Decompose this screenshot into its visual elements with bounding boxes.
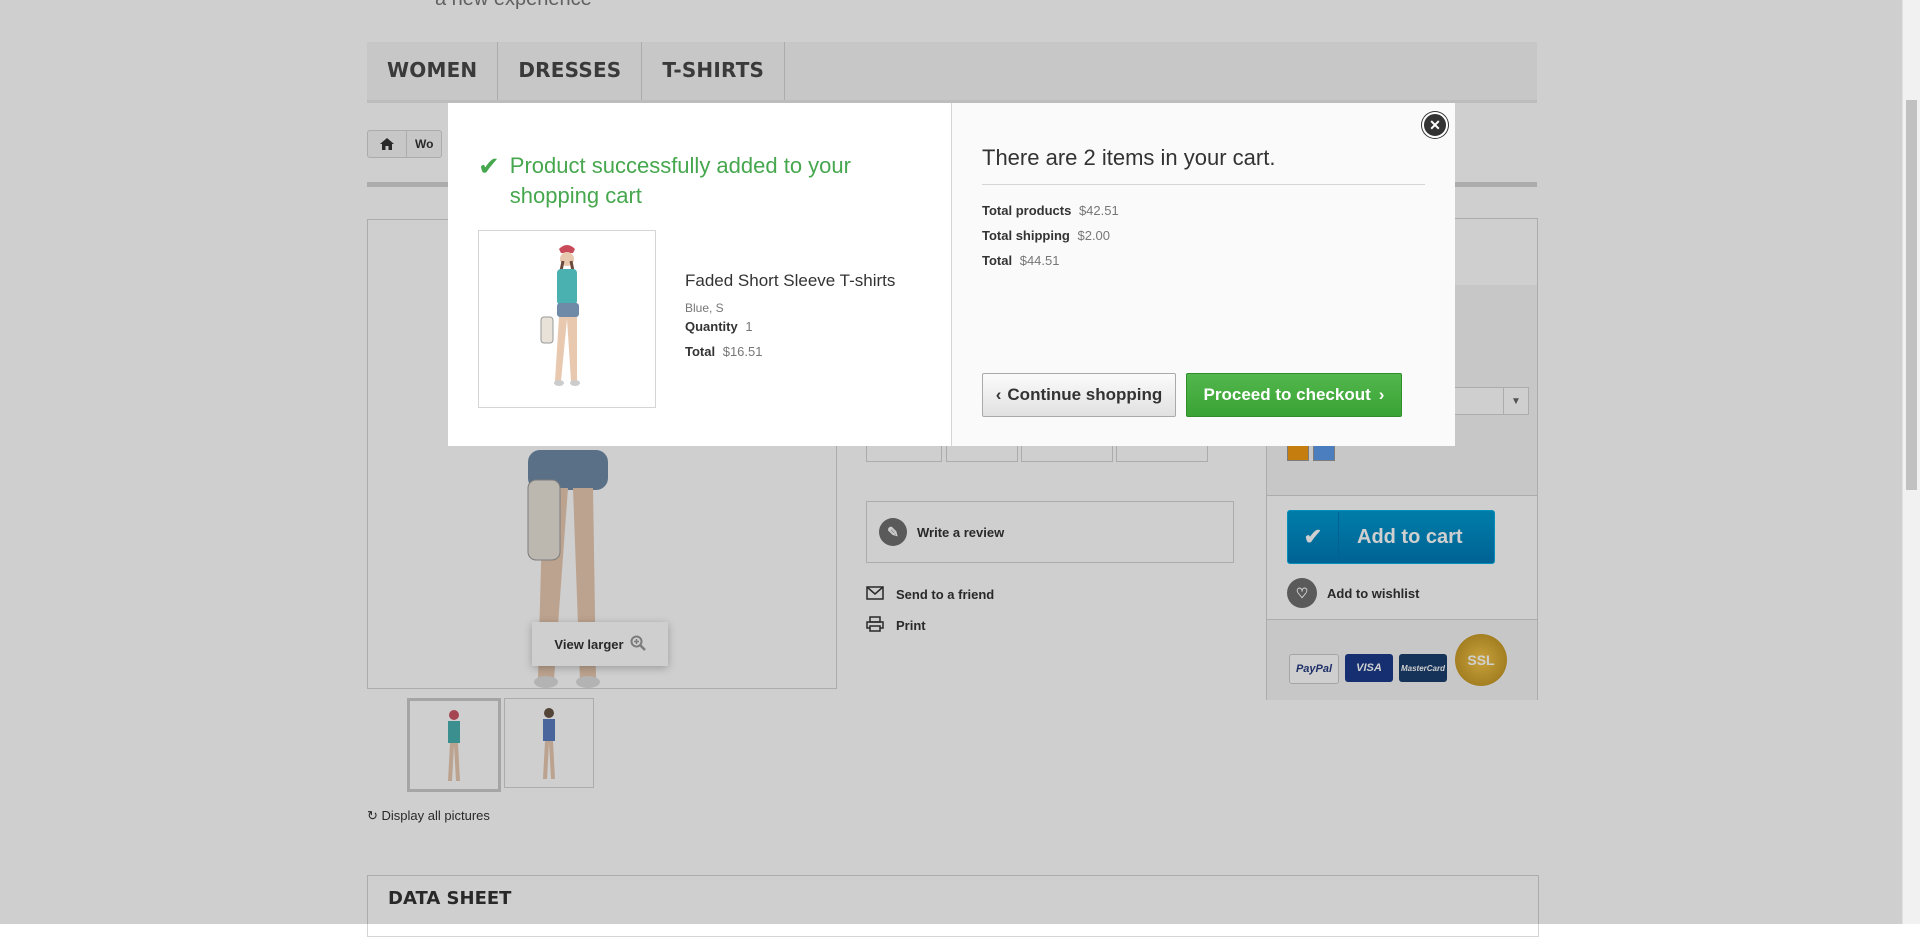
product-attributes: Blue, S	[685, 301, 724, 315]
cart-count-title: There are 2 items in your cart.	[982, 145, 1276, 170]
continue-shopping-label: Continue shopping	[1007, 385, 1163, 404]
modal-product-panel: ✔ Product successfully added to your sho…	[448, 103, 952, 446]
cart-total-row: Total $44.51	[982, 253, 1059, 268]
page-scrollbar[interactable]	[1902, 0, 1920, 924]
total-products-row: Total products $42.51	[982, 203, 1119, 218]
product-quantity: Quantity 1	[685, 319, 753, 334]
total-shipping-row: Total shipping $2.00	[982, 228, 1110, 243]
product-total-label: Total	[685, 344, 716, 359]
total-products-label: Total products	[982, 203, 1072, 218]
chevron-left-icon: ‹	[995, 385, 1002, 404]
cart-total-value: $44.51	[1019, 253, 1060, 268]
total-shipping-value: $2.00	[1077, 228, 1111, 243]
add-to-cart-modal: ✔ Product successfully added to your sho…	[448, 103, 1455, 446]
proceed-to-checkout-button[interactable]: Proceed to checkout ›	[1186, 373, 1402, 417]
product-thumbnail	[478, 230, 656, 408]
cart-divider	[982, 184, 1425, 185]
product-total-value: $16.51	[722, 344, 763, 359]
product-total: Total $16.51	[685, 344, 762, 359]
success-message: ✔ Product successfully added to your sho…	[478, 151, 878, 211]
proceed-to-checkout-label: Proceed to checkout	[1203, 385, 1371, 404]
cart-total-label: Total	[982, 253, 1013, 268]
product-name: Faded Short Sleeve T-shirts	[685, 271, 896, 290]
total-shipping-label: Total shipping	[982, 228, 1070, 243]
quantity-value: 1	[745, 319, 753, 334]
chevron-right-icon: ›	[1378, 385, 1385, 404]
success-text: Product successfully added to your shopp…	[509, 153, 851, 208]
scrollbar-thumb[interactable]	[1906, 100, 1917, 490]
quantity-label: Quantity	[685, 319, 738, 334]
modal-cart-panel: There are 2 items in your cart. Total pr…	[952, 103, 1455, 446]
continue-shopping-button[interactable]: ‹ Continue shopping	[982, 373, 1176, 417]
close-icon[interactable]: ✕	[1422, 112, 1448, 138]
total-products-value: $42.51	[1078, 203, 1119, 218]
checkmark-icon: ✔	[478, 151, 500, 181]
